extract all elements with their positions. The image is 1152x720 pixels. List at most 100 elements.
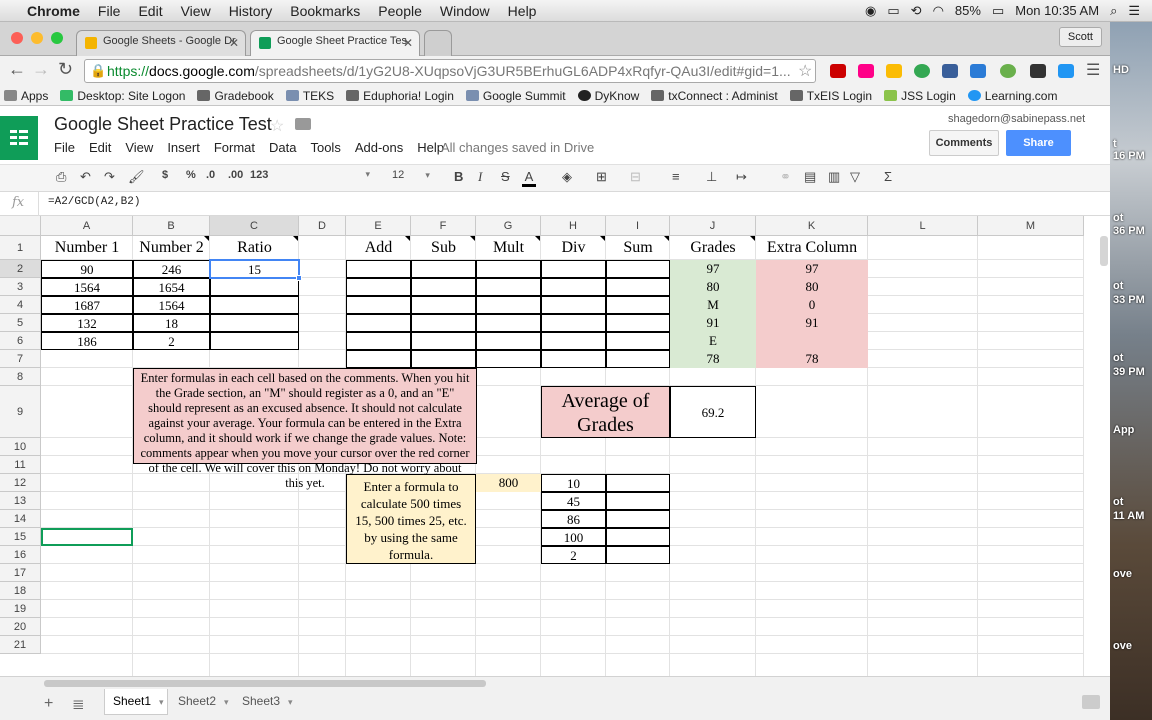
extra-column-cell[interactable]: 97 [756, 260, 868, 278]
close-tab-icon[interactable]: ✕ [403, 36, 413, 50]
bookmark-item[interactable]: Gradebook [193, 89, 281, 103]
menu-view[interactable]: View [172, 3, 220, 19]
empty-cell[interactable] [541, 350, 606, 368]
menu-format[interactable]: Format [214, 140, 255, 155]
row-header-5[interactable]: 5 [0, 314, 41, 332]
empty-cell[interactable] [411, 314, 476, 332]
comment-indicator-icon[interactable] [535, 236, 540, 241]
row-header-10[interactable]: 10 [0, 438, 41, 456]
vertical-align-icon[interactable]: ⊥ [706, 169, 717, 185]
data-cell[interactable]: 1687 [41, 296, 133, 314]
empty-cell[interactable] [411, 350, 476, 368]
close-window-button[interactable] [11, 32, 23, 44]
menu-data[interactable]: Data [269, 140, 296, 155]
comments-button[interactable]: Comments [929, 130, 999, 156]
column-header-g[interactable]: G [476, 216, 541, 236]
increase-decimal-button[interactable]: .00 [228, 169, 243, 181]
vertical-scrollbar[interactable] [1100, 236, 1108, 266]
print-icon[interactable]: ⎙ [56, 169, 66, 185]
header-cell[interactable]: Mult [476, 236, 541, 260]
grade-cell[interactable]: 97 [670, 260, 756, 278]
column-header-h[interactable]: H [541, 216, 606, 236]
empty-cell[interactable] [346, 314, 411, 332]
column-header-a[interactable]: A [41, 216, 133, 236]
empty-cell[interactable] [541, 296, 606, 314]
row-header-4[interactable]: 4 [0, 296, 41, 314]
new-tab-button[interactable] [424, 30, 452, 56]
share-button[interactable]: Share [1006, 130, 1071, 156]
empty-cell[interactable] [476, 296, 541, 314]
time-machine-icon[interactable]: ⟲ [911, 3, 922, 19]
document-title[interactable]: Google Sheet Practice Test [54, 114, 272, 135]
record-icon[interactable]: ◉ [865, 3, 876, 19]
average-value[interactable]: 69.2 [670, 386, 756, 438]
menu-window[interactable]: Window [431, 3, 499, 19]
bookmark-item[interactable]: Desktop: Site Logon [56, 89, 193, 103]
chevron-down-icon[interactable]: ▾ [224, 697, 229, 707]
bold-button[interactable]: B [454, 169, 463, 184]
reload-icon[interactable]: ↻ [58, 59, 73, 80]
column-header-m[interactable]: M [978, 216, 1084, 236]
bookmark-item[interactable]: Learning.com [964, 89, 1066, 103]
extra-column-cell[interactable]: 78 [756, 350, 868, 368]
empty-cell[interactable] [476, 332, 541, 350]
data-cell[interactable]: 1654 [133, 278, 210, 296]
font-family-dropdown[interactable]: ▾ [286, 169, 370, 189]
italic-button[interactable]: I [478, 169, 482, 185]
menu-people[interactable]: People [369, 3, 431, 19]
data-cell[interactable] [210, 278, 299, 296]
column-header-f[interactable]: F [411, 216, 476, 236]
account-email[interactable]: shagedorn@sabinepass.net [948, 113, 1085, 125]
minimize-window-button[interactable] [31, 32, 43, 44]
comment-indicator-icon[interactable] [600, 236, 605, 241]
chevron-down-icon[interactable]: ▾ [159, 697, 164, 707]
grade-cell[interactable]: 91 [670, 314, 756, 332]
extension-icon[interactable] [1058, 64, 1074, 78]
grade-cell[interactable]: 78 [670, 350, 756, 368]
row-header-8[interactable]: 8 [0, 368, 41, 386]
comment-indicator-icon[interactable] [405, 236, 410, 241]
header-cell[interactable]: Add [346, 236, 411, 260]
tab-google-sheets[interactable]: Google Sheets - Google Dr ✕ [76, 30, 246, 56]
multiply-input-cell[interactable]: 86 [541, 510, 606, 528]
empty-cell[interactable] [346, 296, 411, 314]
airplay-icon[interactable]: ▭ [887, 3, 899, 19]
header-cell[interactable]: Sum [606, 236, 670, 260]
notification-center-icon[interactable]: ☰ [1128, 3, 1140, 19]
bookmark-item[interactable]: JSS Login [880, 89, 964, 103]
text-wrap-icon[interactable]: ↦ [736, 169, 747, 185]
data-cell[interactable]: 132 [41, 314, 133, 332]
extension-icon[interactable] [858, 64, 874, 78]
header-cell[interactable]: Number 2 [133, 236, 210, 260]
sheet-tab-3[interactable]: Sheet3 ▾ [234, 689, 298, 715]
row-header-16[interactable]: 16 [0, 546, 41, 564]
column-header-b[interactable]: B [133, 216, 210, 236]
sheets-logo-icon[interactable] [0, 116, 38, 160]
number-format-button[interactable]: 123 [250, 169, 268, 181]
extension-icon[interactable] [1030, 64, 1046, 78]
battery-percent[interactable]: 85% [955, 3, 981, 18]
empty-cell[interactable] [541, 332, 606, 350]
data-cell[interactable]: 1564 [133, 296, 210, 314]
forward-icon[interactable]: → [32, 59, 50, 80]
extension-icon[interactable] [970, 64, 986, 78]
header-cell[interactable]: Div [541, 236, 606, 260]
row-header-21[interactable]: 21 [0, 636, 41, 654]
column-header-d[interactable]: D [299, 216, 346, 236]
extension-icon[interactable] [1000, 64, 1016, 78]
header-cell[interactable]: Extra Column [756, 236, 868, 260]
multiply-input-cell[interactable]: 10 [541, 474, 606, 492]
row-header-2[interactable]: 2 [0, 260, 41, 278]
data-cell[interactable]: 246 [133, 260, 210, 278]
menu-history[interactable]: History [220, 3, 282, 19]
multiply-input-cell[interactable]: 100 [541, 528, 606, 546]
row-header-7[interactable]: 7 [0, 350, 41, 368]
grade-cell[interactable]: M [670, 296, 756, 314]
strikethrough-button[interactable]: S [501, 169, 510, 184]
drive-extension-icon[interactable] [886, 64, 902, 78]
percent-format-button[interactable]: % [186, 169, 196, 181]
empty-cell[interactable] [606, 332, 670, 350]
text-color-button[interactable]: A [522, 169, 536, 187]
bookmark-item[interactable]: DyKnow [574, 89, 648, 103]
empty-cell[interactable] [346, 278, 411, 296]
